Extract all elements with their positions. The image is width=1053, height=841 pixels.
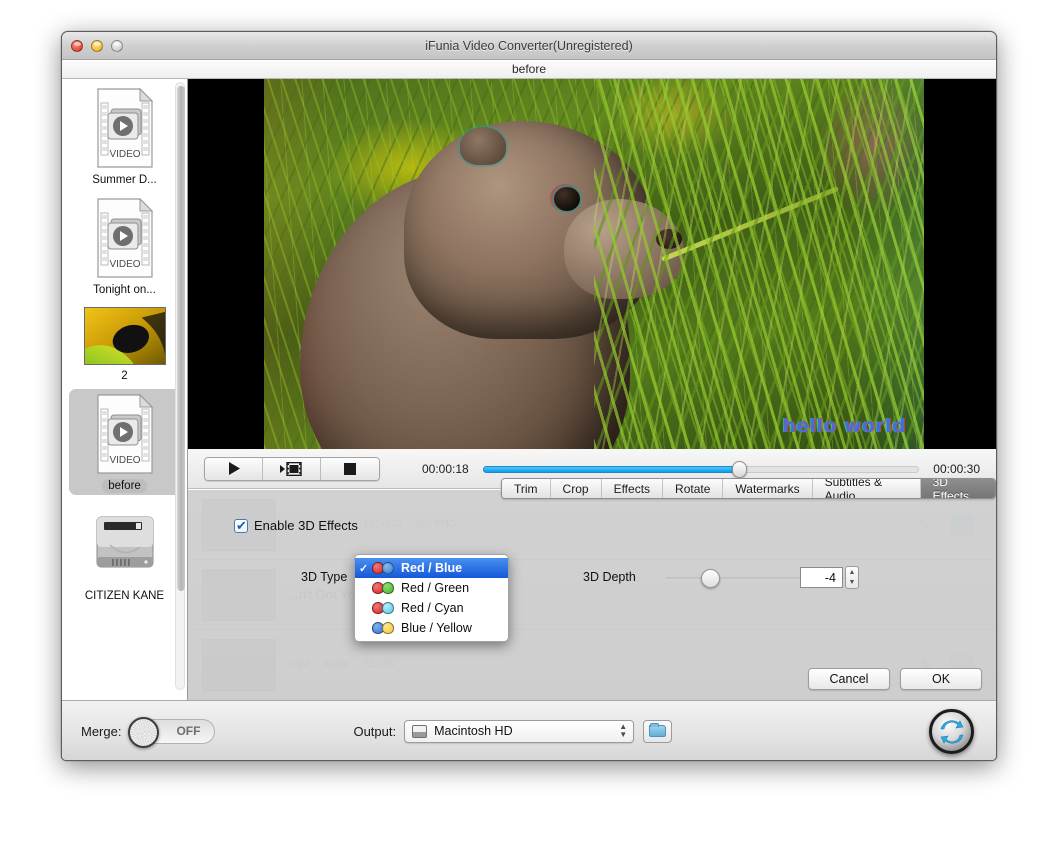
dropdown-option-label: Red / Green: [401, 581, 470, 595]
sidebar-item-1[interactable]: VIDEO Tonight on...: [69, 193, 181, 299]
3d-glasses-icon: [372, 602, 396, 614]
main-area: hello world 00:00:18 00:00:30 Trim Crop …: [188, 79, 996, 700]
output-destination-value: Macintosh HD: [434, 724, 513, 738]
seek-progress-fill: [482, 465, 745, 473]
3d-glasses-icon: [372, 622, 396, 634]
convert-icon: [940, 719, 963, 744]
tab-effects[interactable]: Effects: [601, 479, 664, 498]
footer-bar: Merge: OFF Output: Macintosh HD ▲ ▼: [62, 700, 996, 760]
stepper-down-arrow[interactable]: ▼: [849, 579, 856, 586]
tab-watermarks[interactable]: Watermarks: [723, 479, 813, 498]
window-title: iFunia Video Converter(Unregistered): [425, 38, 633, 53]
playback-controls: [204, 456, 380, 481]
hard-drive-icon: [96, 516, 153, 568]
video-preview[interactable]: hello world: [188, 79, 996, 449]
3d-depth-value-field[interactable]: -4: [800, 567, 843, 588]
convert-button[interactable]: [929, 709, 974, 754]
video-file-icon: VIDEO: [96, 197, 153, 278]
tab-subtitles-audio[interactable]: Subtitles & Audio: [812, 479, 921, 498]
video-watermark-text: hello world: [782, 415, 906, 437]
play-icon: [228, 462, 240, 475]
dropdown-option-label: Red / Cyan: [401, 601, 464, 615]
3d-depth-label: 3D Depth: [583, 570, 636, 584]
svg-text:VIDEO: VIDEO: [109, 259, 140, 270]
3d-type-dropdown-menu[interactable]: ✓ Red / Blue Red / Green Red / Cyan Blue…: [354, 554, 509, 642]
stop-button[interactable]: [321, 457, 379, 480]
sidebar-scrollbar[interactable]: [175, 82, 185, 690]
foreground-grass: [594, 79, 924, 449]
browse-folder-button[interactable]: [643, 719, 673, 743]
seek-bar[interactable]: [482, 460, 920, 478]
merge-toggle-knob[interactable]: [128, 716, 160, 748]
merge-state-label: OFF: [176, 724, 201, 738]
merge-toggle[interactable]: OFF: [128, 716, 216, 748]
merge-label: Merge:: [81, 723, 122, 739]
enable-3d-effects-row[interactable]: Enable 3D Effects: [234, 518, 358, 534]
play-button[interactable]: [205, 457, 263, 480]
checkmark-icon: ✓: [359, 562, 369, 575]
tab-3d-effects[interactable]: 3D Effects: [920, 479, 995, 498]
hard-drive-icon: [412, 724, 428, 738]
media-sidebar[interactable]: VIDEO Summer D... VIDEO Tonight on... 2 …: [62, 79, 188, 700]
marmot-ear: [460, 127, 506, 165]
enable-3d-effects-checkbox[interactable]: [234, 518, 248, 534]
title-bar: iFunia Video Converter(Unregistered): [62, 32, 996, 60]
current-time-label: 00:00:18: [422, 461, 469, 476]
tab-crop[interactable]: Crop: [550, 479, 602, 498]
snapshot-icon: [279, 461, 302, 476]
editor-tab-bar[interactable]: Trim Crop Effects Rotate Watermarks Subt…: [501, 478, 996, 499]
dropdown-option-blue-yellow[interactable]: Blue / Yellow: [355, 618, 508, 638]
application-window: iFunia Video Converter(Unregistered) bef…: [61, 31, 997, 761]
3d-depth-stepper[interactable]: ▲ ▼: [845, 566, 859, 589]
sidebar-item-label: before: [102, 479, 147, 493]
sidebar-item-3[interactable]: VIDEO before: [68, 389, 181, 495]
edit-panel: mp4 Audio 127x620 504 PNG ✎ ...n't Got Y…: [188, 478, 996, 700]
3d-type-label: 3D Type: [301, 570, 348, 584]
sidebar-item-0[interactable]: VIDEO Summer D...: [69, 83, 181, 189]
dropdown-option-red-blue[interactable]: ✓ Red / Blue: [355, 558, 508, 578]
tab-trim[interactable]: Trim: [502, 479, 551, 498]
output-destination-select[interactable]: Macintosh HD ▲ ▼: [404, 719, 635, 743]
sidebar-item-label: Tonight on...: [93, 284, 156, 296]
output-label: Output:: [353, 723, 397, 739]
enable-3d-effects-label: Enable 3D Effects: [254, 518, 358, 533]
3d-depth-slider-handle[interactable]: [701, 569, 720, 588]
sidebar-item-2[interactable]: 2: [69, 303, 181, 385]
sidebar-item-label: 2: [121, 370, 128, 382]
seek-handle[interactable]: [731, 460, 747, 478]
dialog-buttons: Cancel OK: [808, 668, 982, 690]
dropdown-option-label: Blue / Yellow: [401, 621, 472, 635]
video-file-icon: VIDEO: [96, 87, 153, 168]
cancel-button[interactable]: Cancel: [808, 668, 890, 690]
total-time-label: 00:00:30: [933, 461, 980, 476]
tab-rotate[interactable]: Rotate: [663, 479, 724, 498]
dropdown-option-red-cyan[interactable]: Red / Cyan: [355, 598, 508, 618]
sidebar-item-label: Summer D...: [92, 174, 157, 186]
svg-text:VIDEO: VIDEO: [109, 149, 140, 160]
sidebar-item-4[interactable]: CITIZEN KANE: [69, 499, 181, 605]
svg-text:VIDEO: VIDEO: [109, 455, 140, 466]
3d-effects-panel: Enable 3D Effects 3D Type 3D Depth -4 ▲ …: [188, 490, 996, 700]
image-thumbnail: [83, 307, 166, 365]
3d-glasses-icon: [372, 562, 396, 574]
window-body: VIDEO Summer D... VIDEO Tonight on... 2 …: [62, 79, 996, 700]
stepper-up-arrow[interactable]: ▲: [849, 569, 856, 576]
dropdown-option-red-green[interactable]: Red / Green: [355, 578, 508, 598]
dropdown-option-label: Red / Blue: [401, 561, 463, 575]
folder-icon: [649, 723, 667, 737]
snapshot-button[interactable]: [263, 457, 321, 480]
chevron-updown-icon: ▲ ▼: [619, 722, 628, 739]
sidebar-item-label: CITIZEN KANE: [84, 590, 165, 602]
stop-icon: [344, 462, 356, 475]
current-file-name: before: [62, 60, 996, 79]
sidebar-scrollbar-thumb[interactable]: [177, 86, 185, 591]
marmot-eye: [554, 187, 580, 211]
video-file-icon: VIDEO: [96, 393, 153, 474]
3d-glasses-icon: [372, 582, 396, 594]
ok-button[interactable]: OK: [900, 668, 982, 690]
video-frame-image: hello world: [264, 79, 924, 449]
